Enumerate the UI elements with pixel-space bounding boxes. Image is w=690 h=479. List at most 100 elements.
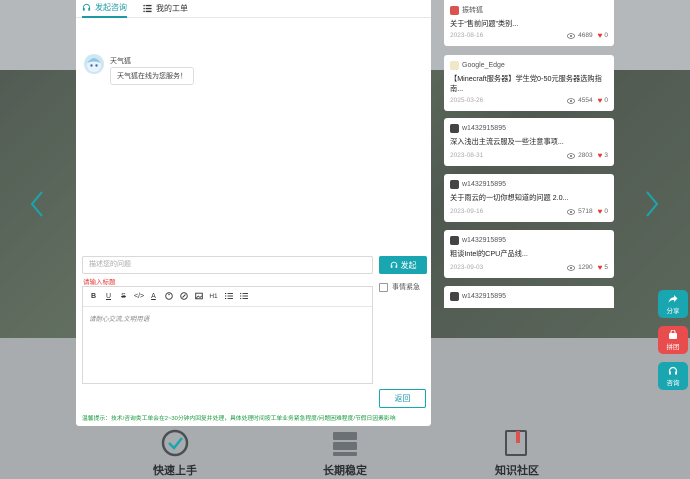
ordered-list-icon[interactable] [224, 292, 233, 302]
user-avatar-icon [450, 123, 459, 133]
group-buy-label: 拼团 [666, 343, 680, 351]
card-author: w1432915895 [462, 180, 506, 188]
consult-button[interactable]: 咨询 [658, 362, 688, 390]
card-date: 2025-03-26 [450, 97, 484, 104]
feature-label: 快速上手 [153, 465, 197, 477]
card-date: 2023-09-16 [450, 208, 484, 215]
editor-placeholder: 请耐心交流,文明用语 [89, 316, 150, 323]
bot-avatar [84, 54, 104, 74]
card-likes: 5 [604, 264, 608, 271]
chat-area: 天气狐 天气狐在线为您服务！ [76, 18, 431, 254]
card-likes: 0 [604, 208, 608, 215]
card-likes: 0 [604, 97, 608, 104]
support-ticket-dialog: 发起咨询 我的工单 天气狐 天气狐在线为您服务！ 描述您的问题 请输入标题 发起… [76, 0, 431, 426]
feature-community[interactable]: 知识社区 [472, 428, 562, 478]
article-card[interactable]: w1432915895 深入浅出主流云服及一些注意事项... 2023-08-3… [444, 118, 614, 166]
card-date: 2023-09-03 [450, 264, 484, 271]
server-icon [330, 428, 360, 458]
card-author: w1432915895 [462, 236, 506, 244]
underline-button[interactable]: U [104, 293, 113, 300]
card-views: 4689 [578, 32, 593, 39]
feature-stable[interactable]: 长期稳定 [300, 428, 390, 478]
card-head: Google_Edge [450, 60, 608, 70]
user-avatar-icon [450, 5, 459, 15]
card-title: 关于“售前问题”类别... [450, 19, 519, 28]
submit-ticket-button[interactable]: 发起 [379, 256, 427, 274]
chevron-right-icon [646, 191, 659, 217]
card-author: 振转狐 [462, 7, 483, 14]
dialog-tabs: 发起咨询 我的工单 [76, 0, 431, 18]
card-head: w1432915895 [450, 123, 608, 133]
card-head: w1432915895 [450, 291, 608, 301]
checkbox-box[interactable] [379, 282, 388, 292]
tab-label: 我的工单 [156, 4, 188, 13]
consult-label: 咨询 [666, 379, 680, 387]
card-views: 1290 [578, 264, 593, 271]
strikethrough-button[interactable]: S [119, 293, 128, 300]
card-views: 2803 [578, 152, 593, 159]
headset-icon [82, 3, 91, 11]
hero-prev-arrow[interactable] [30, 190, 44, 218]
unordered-list-icon[interactable] [239, 292, 248, 302]
hero-next-arrow[interactable] [645, 190, 659, 218]
card-meta: 2023-08-31 2803 ♥ 3 [450, 151, 608, 160]
list-icon [143, 4, 152, 13]
headset-icon [390, 261, 397, 268]
urgent-label: 事情紧急 [392, 284, 420, 291]
palette-icon[interactable] [164, 291, 173, 302]
font-color-button[interactable]: A [149, 293, 158, 300]
article-card[interactable]: Google_Edge 【Minecraft服务器】学生党0-50元服务器选购指… [444, 55, 614, 111]
article-card[interactable]: w1432915895 关于雨云的一切你想知道的问题 2.0... 2023-0… [444, 174, 614, 222]
eye-icon [567, 97, 576, 104]
user-avatar-icon [450, 291, 459, 301]
card-title: 深入浅出主流云服及一些注意事项... [450, 137, 564, 146]
tab-label: 发起咨询 [95, 3, 127, 12]
card-meta: 2023-08-16 4689 ♥ 0 [450, 31, 608, 40]
heading-button[interactable]: H1 [209, 293, 218, 300]
article-card[interactable]: 振转狐 关于“售前问题”类别... 2023-08-16 4689 ♥ 0 [444, 0, 614, 46]
return-button[interactable]: 返回 [379, 389, 426, 408]
card-title: 关于雨云的一切你想知道的问题 2.0... [450, 193, 569, 202]
article-card[interactable]: w1432915895 粗谈Intel的CPU产品线... 2023-09-03… [444, 230, 614, 278]
urgent-checkbox[interactable]: 事情紧急 [379, 282, 420, 292]
feature-label: 长期稳定 [323, 465, 367, 477]
heart-icon: ♥ [597, 207, 603, 216]
heart-icon: ♥ [597, 96, 603, 105]
user-avatar-icon [450, 179, 459, 189]
feature-label: 知识社区 [495, 465, 539, 477]
heart-icon: ♥ [597, 151, 603, 160]
card-views: 4554 [578, 97, 593, 104]
bot-name: 天气狐 [110, 58, 131, 65]
card-author: Google_Edge [462, 61, 505, 69]
heart-icon: ♥ [597, 31, 603, 40]
group-buy-button[interactable]: 拼团 [658, 326, 688, 354]
card-title: 【Minecraft服务器】学生党0-50元服务器选购指南... [450, 74, 602, 93]
heart-icon: ♥ [597, 263, 603, 272]
share-label: 分享 [666, 307, 680, 315]
card-meta: 2023-09-16 5718 ♥ 0 [450, 207, 608, 216]
tab-new-ticket[interactable]: 发起咨询 [82, 0, 127, 18]
card-head: 振转狐 [450, 5, 608, 15]
tab-my-tickets[interactable]: 我的工单 [143, 0, 188, 18]
tip-text: 温馨提示：技术/咨询类工单会在2~30分钟内回复并处理，具体处理时间按工单业务紧… [82, 416, 396, 422]
card-date: 2023-08-31 [450, 152, 484, 159]
ticket-title-input[interactable]: 描述您的问题 [82, 256, 373, 274]
code-button[interactable]: </> [134, 293, 144, 300]
share-button[interactable]: 分享 [658, 290, 688, 318]
submit-label: 发起 [400, 260, 417, 270]
article-card[interactable]: w1432915895 [444, 286, 614, 308]
card-date: 2023-08-16 [450, 32, 484, 39]
editor-toolbar: B U S </> A H1 [83, 287, 372, 307]
card-meta: 2025-03-26 4554 ♥ 0 [450, 96, 608, 105]
link-icon[interactable] [179, 291, 188, 302]
share-icon [668, 294, 678, 303]
card-author: w1432915895 [462, 292, 506, 300]
rich-text-editor[interactable]: B U S </> A H1 请耐心交流,文明用语 [82, 286, 373, 384]
card-author: w1432915895 [462, 124, 506, 132]
feature-quick-start[interactable]: 快速上手 [130, 428, 220, 478]
image-icon[interactable] [194, 292, 203, 302]
chevron-left-icon [30, 191, 43, 217]
user-avatar-icon [450, 60, 459, 70]
bold-button[interactable]: B [89, 293, 98, 300]
group-buy-icon [669, 329, 677, 339]
